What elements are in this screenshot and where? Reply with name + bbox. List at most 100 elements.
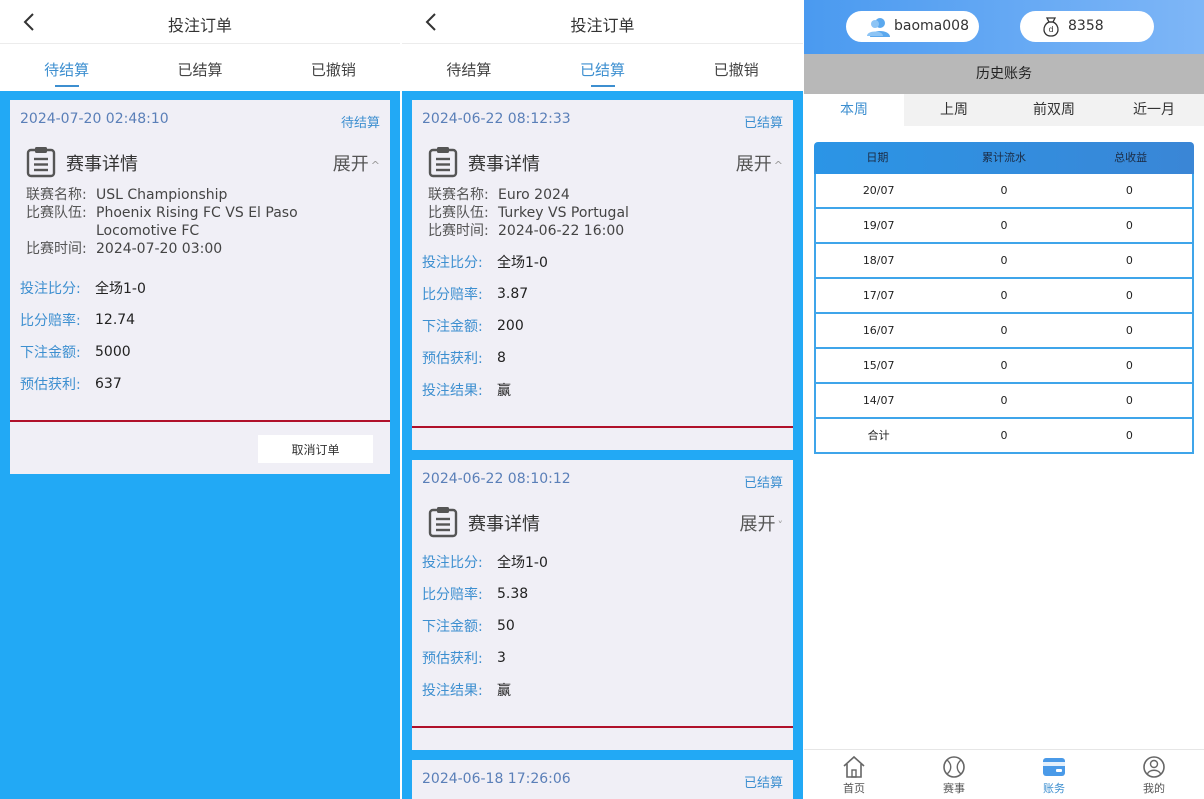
wallet-icon	[1043, 758, 1065, 776]
cell: 0	[1000, 324, 1008, 337]
range-tab-two-weeks[interactable]: 前双周	[1004, 94, 1104, 126]
info-label: 比赛队伍:	[26, 205, 87, 221]
header: 投注订单	[0, 0, 400, 44]
order-list: 2024-06-22 08:12:33 已结算 赛事详情 展开 ^ 联赛名称: Eu…	[402, 91, 803, 799]
history-title: 历史账务	[804, 54, 1204, 94]
field-value: 12.74	[95, 312, 136, 328]
field-value: 全场1-0	[95, 281, 146, 297]
cell: 0	[1000, 254, 1008, 267]
match-detail-header[interactable]: 赛事详情 展开 ˅	[412, 500, 793, 546]
info-label: 联赛名称:	[428, 187, 489, 203]
nav-profile[interactable]: 我的	[1104, 750, 1204, 799]
info-label: 比赛时间:	[428, 223, 489, 239]
info-value: USL Championship	[96, 187, 228, 203]
nav-home[interactable]: 首页	[804, 750, 904, 799]
cell: 0	[1125, 219, 1133, 232]
expand-toggle[interactable]: 展开 ˅	[740, 510, 784, 536]
cell: 0	[1125, 394, 1133, 407]
match-detail-title: 赛事详情	[468, 514, 540, 535]
expand-label: 展开	[332, 154, 369, 175]
table-row: 14/07 0 0	[814, 384, 1194, 419]
cell: 0	[1125, 324, 1133, 337]
balance-pill[interactable]: d 8358	[1020, 11, 1154, 42]
home-icon	[843, 755, 865, 778]
table-row: 15/07 0 0	[814, 349, 1194, 384]
document-icon	[26, 147, 56, 178]
field-label: 投注比分:	[422, 555, 483, 571]
info-value: Turkey VS Portugal	[498, 205, 629, 221]
order-status: 待结算	[340, 116, 380, 131]
field-label: 比分赔率:	[422, 587, 483, 603]
chevron-down-icon: ˅	[777, 518, 784, 532]
panel-pending-orders: 投注订单 待结算 已结算 已撤销 2024-07-20 02:48:10 待结算…	[0, 0, 400, 799]
range-tab-last-week[interactable]: 上周	[904, 94, 1004, 126]
nav-label: 账务	[1043, 782, 1065, 795]
order-tabs: 待结算 已结算 已撤销	[0, 45, 400, 91]
expand-toggle[interactable]: 展开 ^	[736, 150, 783, 176]
expand-label: 展开	[739, 514, 776, 535]
tab-cancelled[interactable]: 已撤销	[669, 45, 803, 91]
field-value: 3	[497, 650, 506, 666]
match-detail-title: 赛事详情	[468, 154, 540, 175]
info-value: 2024-06-22 16:00	[498, 223, 625, 239]
table-row: 18/07 0 0	[814, 244, 1194, 279]
field-label: 投注比分:	[20, 281, 81, 297]
cell: 0	[1000, 429, 1008, 442]
cell: 0	[1000, 359, 1008, 372]
cell: 0	[1125, 359, 1133, 372]
chevron-up-icon: ^	[370, 158, 380, 172]
range-tab-this-week[interactable]: 本周	[804, 94, 904, 126]
tab-settled[interactable]: 已结算	[133, 45, 266, 91]
tab-cancelled[interactable]: 已撤销	[267, 45, 400, 91]
document-icon	[428, 147, 458, 178]
tab-settled[interactable]: 已结算	[536, 45, 670, 91]
cancel-order-button[interactable]: 取消订单	[258, 435, 373, 463]
field-label: 投注结果:	[422, 383, 483, 399]
field-value: 8	[497, 350, 506, 366]
field-label: 投注比分:	[422, 255, 483, 271]
bet-field: 下注金额: 200	[412, 310, 793, 342]
balance: 8358	[1068, 18, 1104, 34]
cell: 20/07	[862, 184, 895, 197]
field-value: 全场1-0	[497, 255, 548, 271]
field-value: 3.87	[497, 286, 529, 302]
bet-field: 预估获利: 8	[412, 342, 793, 374]
document-icon	[428, 507, 458, 538]
cell: 0	[1125, 254, 1133, 267]
field-label: 预估获利:	[422, 651, 483, 667]
info-label: 比赛队伍:	[428, 205, 489, 221]
field-label: 下注金额:	[422, 319, 483, 335]
order-status: 已结算	[743, 776, 783, 791]
table-row: 20/07 0 0	[814, 174, 1194, 209]
cell: 0	[1000, 289, 1008, 302]
order-card: 2024-06-22 08:10:12 已结算 赛事详情 展开 ˅ 投注比分: 全场…	[412, 460, 793, 750]
match-info: 联赛名称: USL Championship 比赛队伍: Phoenix Risin…	[10, 186, 390, 258]
order-tabs: 待结算 已结算 已撤销	[402, 45, 803, 91]
expand-label: 展开	[735, 154, 772, 175]
page-title: 投注订单	[167, 16, 232, 35]
info-value: Euro 2024	[498, 187, 570, 203]
nav-matches[interactable]: 赛事	[904, 750, 1004, 799]
cell: 17/07	[862, 289, 895, 302]
bet-field: 投注比分: 全场1-0	[10, 272, 390, 304]
panel-settled-orders: 投注订单 待结算 已结算 已撤销 2024-06-22 08:12:33 已结算…	[402, 0, 803, 799]
match-detail-header[interactable]: 赛事详情 展开 ^	[412, 140, 793, 186]
table-total-row: 合计 0 0	[814, 419, 1194, 454]
field-value: 赢	[497, 383, 511, 399]
field-label: 下注金额:	[20, 345, 81, 361]
column-header: 总收益	[1114, 151, 1148, 164]
order-time: 2024-06-22 08:10:12	[422, 471, 571, 487]
order-time: 2024-06-22 08:12:33	[422, 111, 571, 127]
tab-pending[interactable]: 待结算	[402, 45, 536, 91]
tab-pending[interactable]: 待结算	[0, 45, 133, 91]
user-pill[interactable]: baoma008	[846, 11, 979, 42]
cell: 19/07	[862, 219, 895, 232]
expand-toggle[interactable]: 展开 ^	[333, 150, 380, 176]
nav-account[interactable]: 账务	[1004, 750, 1104, 799]
field-value: 637	[95, 376, 122, 392]
range-tab-month[interactable]: 近一月	[1104, 94, 1204, 126]
bet-field: 预估获利: 637	[10, 368, 390, 400]
order-status: 已结算	[743, 476, 783, 491]
field-value: 赢	[497, 683, 511, 699]
match-detail-header[interactable]: 赛事详情 展开 ^	[10, 140, 390, 186]
